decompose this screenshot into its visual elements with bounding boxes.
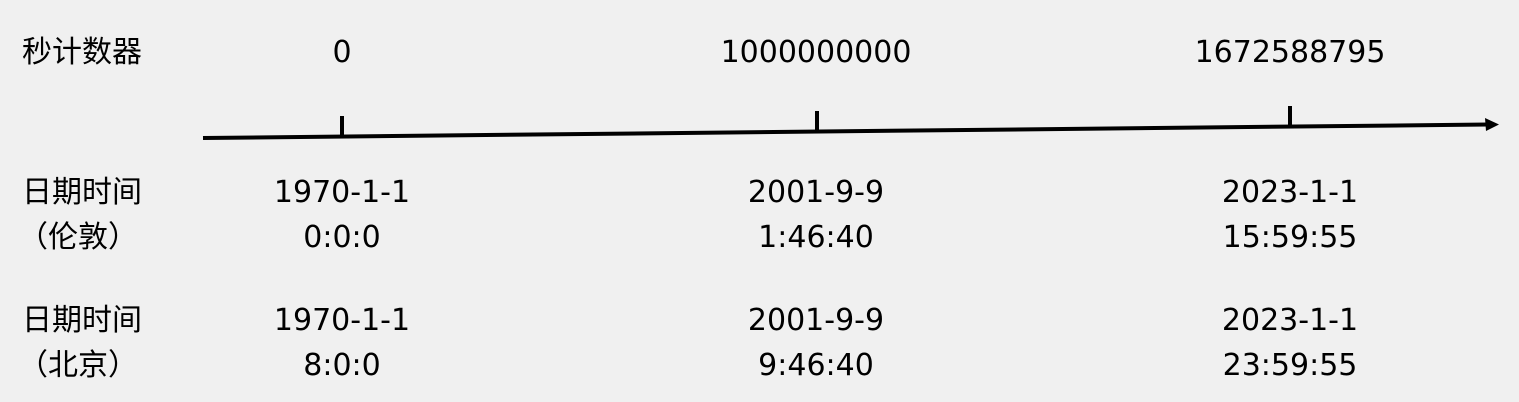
beijing-date: 2023-1-1 [1221, 303, 1359, 338]
london-date: 2001-9-9 [747, 175, 885, 210]
beijing-time: 8:0:0 [303, 348, 381, 383]
beijing-time: 23:59:55 [1222, 348, 1358, 383]
london-date: 2023-1-1 [1221, 175, 1359, 210]
beijing-date: 1970-1-1 [273, 303, 411, 338]
london-time: 15:59:55 [1222, 220, 1358, 255]
beijing-time: 9:46:40 [758, 348, 874, 383]
beijing-label-line1: 日期时间 [22, 303, 142, 338]
beijing-label-line2: （北京） [18, 348, 138, 383]
london-time: 1:46:40 [758, 220, 874, 255]
axis-line [202, 122, 1489, 140]
beijing-date: 2001-9-9 [747, 303, 885, 338]
london-date: 1970-1-1 [273, 175, 411, 210]
london-time: 0:0:0 [303, 220, 381, 255]
seconds-value: 1000000000 [720, 35, 912, 70]
axis-arrowhead [1485, 118, 1499, 131]
counter-label: 秒计数器 [22, 35, 142, 70]
london-label-line1: 日期时间 [22, 175, 142, 210]
london-label-line2: （伦敦） [18, 220, 138, 255]
seconds-value: 0 [332, 35, 352, 70]
seconds-value: 1672588795 [1194, 35, 1386, 70]
